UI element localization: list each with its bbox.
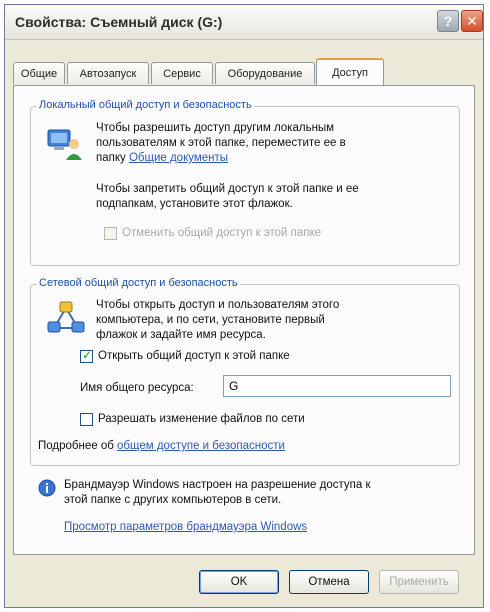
help-button[interactable]: ? [437, 10, 459, 32]
close-icon: ✕ [466, 12, 478, 29]
users-computer-icon [47, 129, 82, 160]
firewall-info-line2: этой папке с других компьютеров в сети. [64, 494, 282, 506]
network-icon [47, 301, 85, 333]
help-icon: ? [443, 13, 453, 29]
cancel-button[interactable]: Отмена [289, 570, 369, 594]
tab-hardware[interactable]: Оборудование [215, 62, 315, 84]
tab-general[interactable]: Общие [13, 62, 65, 84]
share-folder-checkbox[interactable] [80, 348, 93, 363]
local-para1-line1: Чтобы разрешить доступ другим локальным [96, 122, 335, 134]
unshare-label: Отменить общий доступ к этой папке [122, 227, 322, 239]
share-folder-label: Открыть общий доступ к этой папке [98, 350, 290, 362]
network-para-line2: компьютера, и по сети, установите первый [96, 314, 325, 326]
title-bar[interactable]: Свойства: Съемный диск (G:) ? ✕ [5, 5, 483, 40]
allow-changes-checkbox[interactable] [80, 413, 93, 426]
share-name-label: Имя общего ресурса: [80, 382, 194, 394]
network-para-line1: Чтобы открыть доступ и пользователям это… [96, 299, 340, 311]
info-icon [38, 479, 56, 497]
tab-tools[interactable]: Сервис [151, 62, 213, 84]
allow-changes-label: Разрешать изменение файлов по сети [98, 413, 305, 425]
sharing-panel: Локальный общий доступ и безопасность Чт… [13, 85, 475, 555]
unshare-checkbox[interactable] [104, 227, 117, 240]
tab-autorun[interactable]: Автозапуск [67, 62, 149, 84]
properties-window: Свойства: Съемный диск (G:) ? ✕ Общие Ав… [4, 4, 484, 608]
firewall-info-line1: Брандмауэр Windows настроен на разрешени… [64, 479, 371, 491]
firewall-settings-link[interactable]: Просмотр параметров брандмауэра Windows [64, 520, 307, 535]
local-para2-line1: Чтобы запретить общий доступ к этой папк… [96, 183, 359, 195]
shared-documents-link[interactable]: Общие документы [129, 152, 228, 164]
sharing-security-link[interactable]: общем доступе и безопасности [117, 440, 285, 452]
local-para1-line2: пользователям к этой папке, переместите … [96, 137, 346, 149]
local-para1-prefix: папку [96, 152, 126, 164]
window-title: Свойства: Съемный диск (G:) [15, 14, 223, 30]
local-para2-line2: подпапкам, установите этот флажок. [96, 198, 293, 210]
more-info-prefix: Подробнее об [38, 440, 114, 452]
tab-sharing[interactable]: Доступ [316, 58, 384, 85]
network-sharing-title: Сетевой общий доступ и безопасность [37, 277, 240, 289]
network-para-line3: флажок и задайте имя ресурса. [96, 329, 266, 341]
local-sharing-title: Локальный общий доступ и безопасность [37, 99, 254, 111]
apply-button[interactable]: Применить [379, 570, 459, 594]
ok-button[interactable]: OK [199, 570, 279, 594]
close-button[interactable]: ✕ [461, 10, 483, 32]
share-name-input[interactable] [223, 375, 451, 397]
